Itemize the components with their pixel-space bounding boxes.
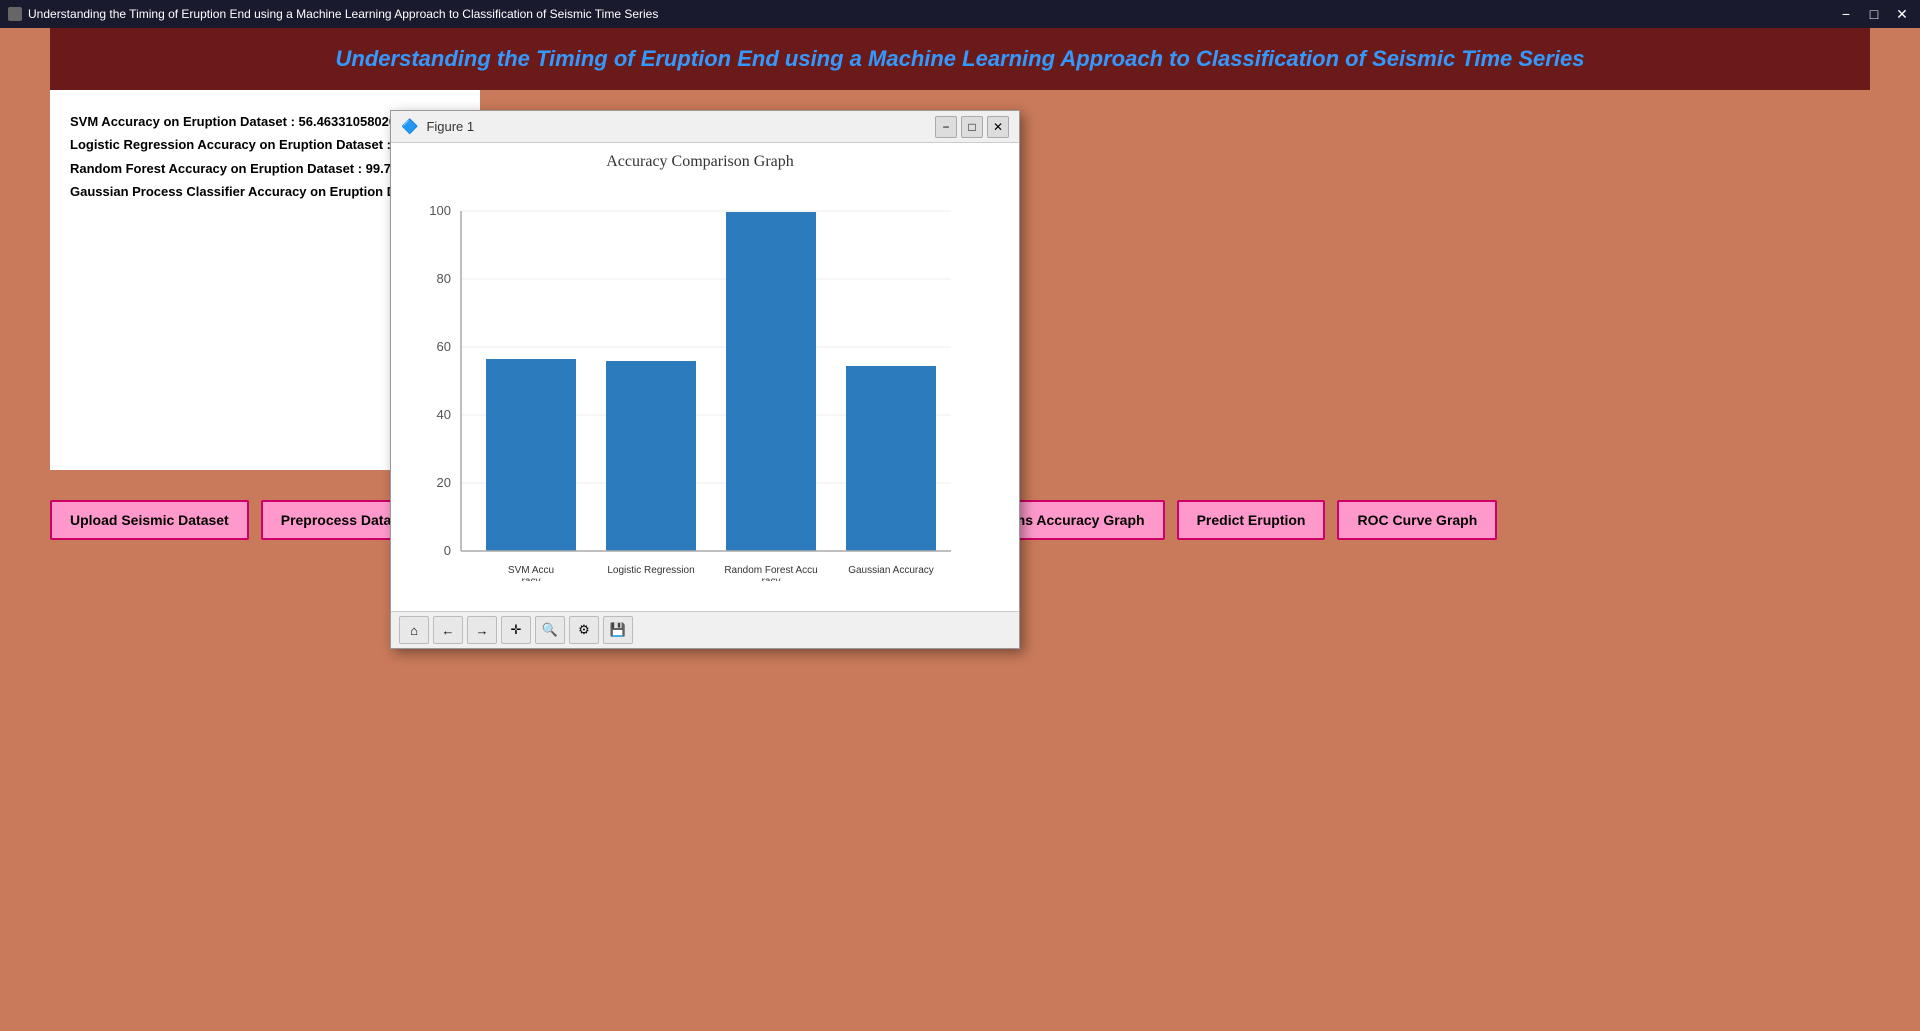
svg-text:SVM Accu: SVM Accu (508, 565, 554, 576)
os-title-text: Understanding the Timing of Eruption End… (28, 7, 658, 21)
mpl-toolbar: ⌂ ← → ✛ 🔍 ⚙ 💾 (391, 611, 1019, 648)
figure-minimize[interactable]: − (935, 116, 957, 138)
upload-button[interactable]: Upload Seismic Dataset (50, 500, 249, 540)
chart-container: Accuracy Comparison Graph 0 20 40 60 (391, 143, 1019, 611)
bar-gaussian (846, 366, 936, 551)
figure-dialog: 🔷 Figure 1 − □ ✕ Accuracy Comparison Gra… (390, 110, 1020, 649)
svg-text:100: 100 (429, 203, 451, 218)
svg-text:0: 0 (444, 543, 451, 558)
roc-curve-button[interactable]: ROC Curve Graph (1337, 500, 1497, 540)
figure-titlebar: 🔷 Figure 1 − □ ✕ (391, 111, 1019, 143)
toolbar-back[interactable]: ← (433, 616, 463, 644)
svg-text:60: 60 (437, 339, 451, 354)
close-button[interactable]: ✕ (1892, 4, 1912, 24)
toolbar-zoom[interactable]: 🔍 (535, 616, 565, 644)
predict-button[interactable]: Predict Eruption (1177, 500, 1326, 540)
chart-svg-wrapper: 0 20 40 60 80 100 SVM Ac (401, 181, 991, 601)
svg-text:20: 20 (437, 475, 451, 490)
maximize-button[interactable]: □ (1864, 4, 1884, 24)
svg-text:Gaussian Accuracy: Gaussian Accuracy (848, 565, 934, 576)
window-controls: − □ ✕ (1836, 4, 1912, 24)
figure-maximize[interactable]: □ (961, 116, 983, 138)
figure-close[interactable]: ✕ (987, 116, 1009, 138)
minimize-button[interactable]: − (1836, 4, 1856, 24)
toolbar-home[interactable]: ⌂ (399, 616, 429, 644)
svg-text:80: 80 (437, 271, 451, 286)
svg-text:racy: racy (522, 576, 541, 581)
toolbar-move[interactable]: ✛ (501, 616, 531, 644)
figure-window-controls: − □ ✕ (935, 116, 1009, 138)
svg-text:40: 40 (437, 407, 451, 422)
toolbar-forward[interactable]: → (467, 616, 497, 644)
bar-logistic (606, 361, 696, 551)
toolbar-settings[interactable]: ⚙ (569, 616, 599, 644)
bar-chart: 0 20 40 60 80 100 SVM Ac (401, 181, 991, 581)
bar-rf (726, 212, 816, 551)
bar-svm (486, 359, 576, 551)
chart-title: Accuracy Comparison Graph (401, 153, 999, 171)
figure-icon: 🔷 (401, 118, 418, 135)
svg-text:racy: racy (762, 576, 781, 581)
os-titlebar: Understanding the Timing of Eruption End… (0, 0, 1920, 28)
app-icon (8, 7, 22, 21)
svg-text:Random Forest Accu: Random Forest Accu (724, 565, 817, 576)
toolbar-save[interactable]: 💾 (603, 616, 633, 644)
svg-text:Logistic Regression: Logistic Regression (607, 565, 694, 576)
figure-title: Figure 1 (426, 119, 474, 134)
app-header: Understanding the Timing of Eruption End… (50, 28, 1870, 90)
app-title: Understanding the Timing of Eruption End… (68, 46, 1852, 72)
